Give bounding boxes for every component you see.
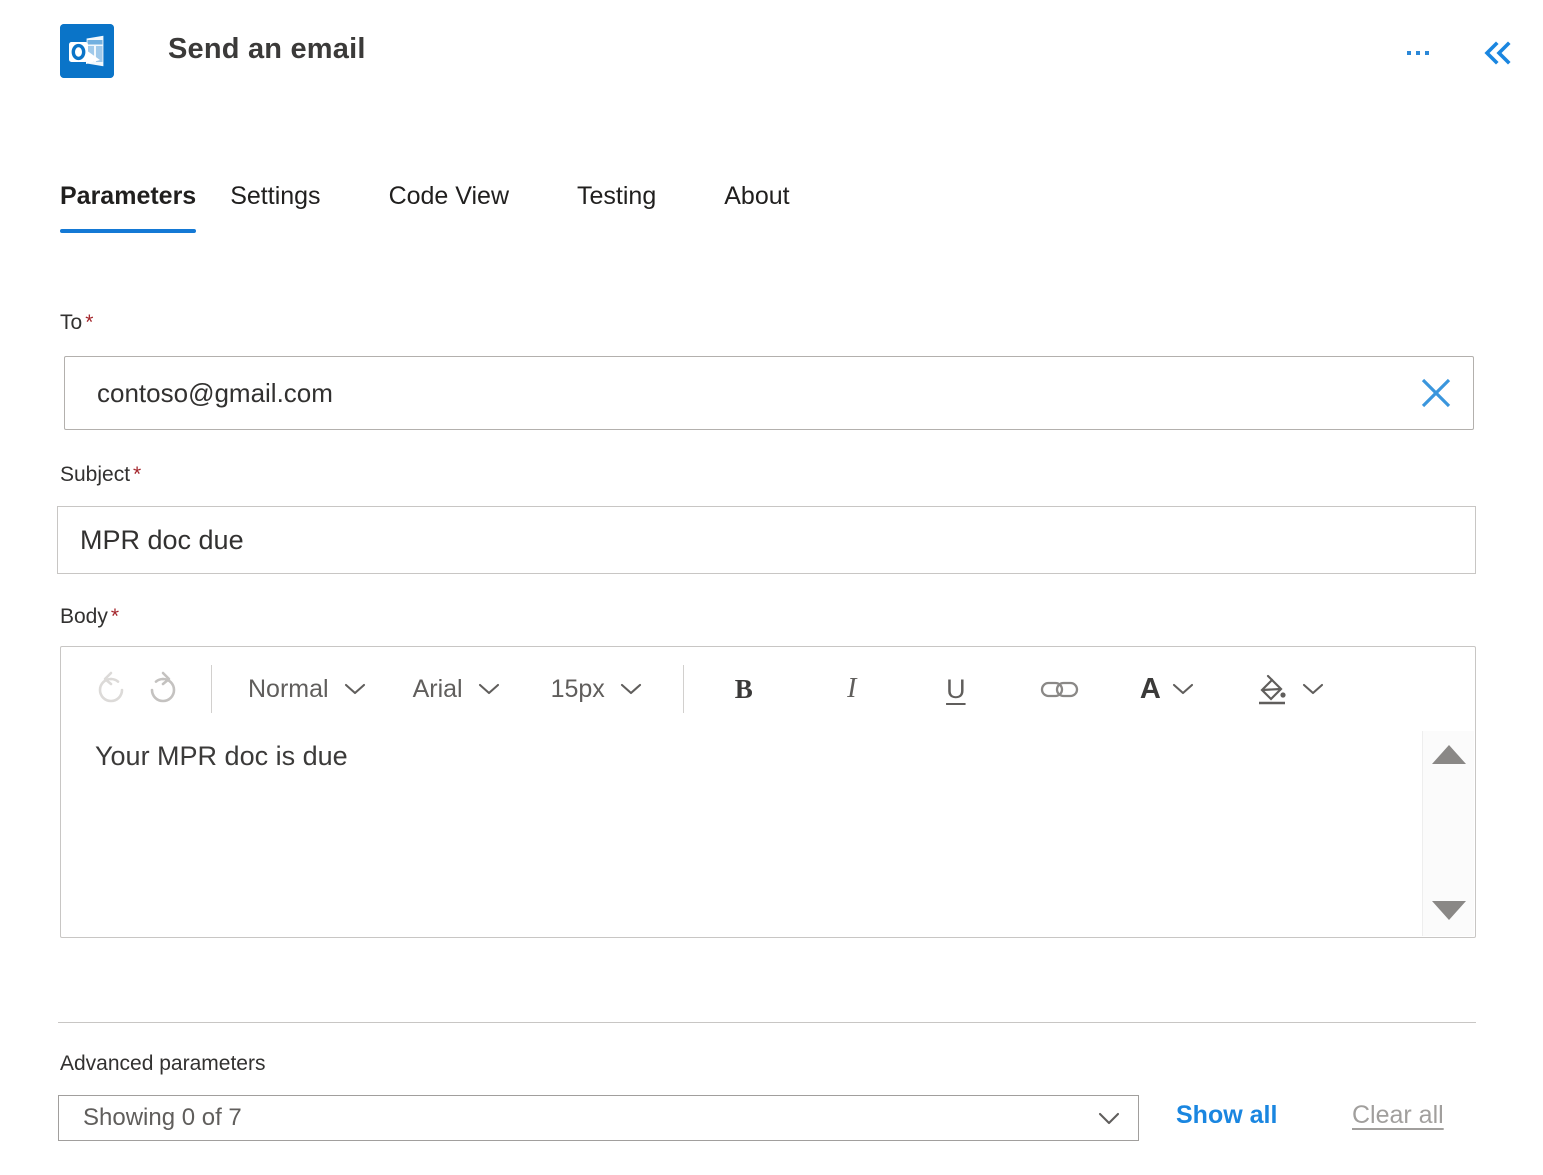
- tab-active-indicator: [60, 229, 197, 233]
- italic-label: I: [847, 673, 857, 704]
- bold-label: B: [734, 673, 753, 704]
- font-size-value: 15px: [550, 674, 605, 703]
- show-all-link[interactable]: Show all: [1176, 1101, 1277, 1130]
- font-family-value: Arial: [412, 674, 463, 703]
- link-icon[interactable]: [1034, 663, 1086, 715]
- to-field-label: To *: [60, 310, 93, 336]
- body-field-label: Body *: [60, 604, 119, 630]
- tab-code-view[interactable]: Code View: [355, 182, 543, 233]
- triangle-down-icon[interactable]: [1431, 901, 1466, 920]
- undo-icon[interactable]: [85, 663, 137, 715]
- font-color-icon[interactable]: A: [1130, 663, 1205, 715]
- underline-label: U: [946, 673, 966, 704]
- chevron-down-icon: [619, 681, 643, 697]
- underline-icon[interactable]: U: [930, 663, 982, 715]
- bold-icon[interactable]: B: [718, 663, 770, 715]
- tab-testing-label: Testing: [577, 182, 657, 210]
- to-input-wrapper[interactable]: contoso@gmail.com: [64, 356, 1474, 430]
- advanced-parameters-label: Advanced parameters: [60, 1052, 266, 1075]
- subject-label-text: Subject: [60, 463, 131, 486]
- body-scrollbar[interactable]: [1422, 731, 1474, 936]
- tab-settings[interactable]: Settings: [196, 182, 354, 233]
- double-chevron-left-icon[interactable]: [1475, 30, 1521, 76]
- tab-about[interactable]: About: [690, 182, 823, 233]
- body-input[interactable]: Your MPR doc is due: [95, 741, 348, 772]
- advanced-parameters-value: Showing 0 of 7: [83, 1104, 242, 1131]
- chevron-down-icon: [1171, 681, 1195, 697]
- chevron-down-icon: [1301, 681, 1325, 697]
- italic-icon[interactable]: I: [826, 663, 878, 715]
- section-divider: [58, 1022, 1476, 1023]
- required-asterisk: *: [133, 463, 142, 486]
- page-title: Send an email: [168, 33, 366, 65]
- clear-all-link[interactable]: Clear all: [1352, 1101, 1444, 1130]
- tab-bar: Parameters Settings Code View Testing Ab…: [60, 182, 824, 233]
- redo-icon[interactable]: [137, 663, 189, 715]
- chevron-down-icon: [343, 681, 367, 697]
- chevron-down-icon: [1080, 1109, 1138, 1127]
- header-actions: [1395, 30, 1543, 76]
- tab-code-view-label: Code View: [388, 182, 510, 210]
- triangle-up-icon[interactable]: [1431, 745, 1466, 764]
- font-family-select[interactable]: Arial: [403, 663, 511, 715]
- rich-text-toolbar: Normal Arial 15px B I U A: [61, 647, 1475, 731]
- subject-input[interactable]: MPR doc due: [58, 525, 244, 556]
- font-color-label: A: [1139, 672, 1161, 705]
- tab-settings-label: Settings: [230, 182, 321, 210]
- close-x-icon[interactable]: [1399, 357, 1473, 429]
- font-size-select[interactable]: 15px: [541, 663, 653, 715]
- tab-parameters[interactable]: Parameters: [60, 182, 197, 233]
- ellipsis-icon[interactable]: [1395, 30, 1441, 76]
- tab-parameters-label: Parameters: [60, 182, 197, 210]
- highlight-fill-icon[interactable]: [1243, 663, 1335, 715]
- panel-header: Send an email: [0, 0, 1543, 104]
- body-label-text: Body: [60, 605, 108, 628]
- toolbar-divider: [682, 665, 684, 713]
- to-label-text: To: [60, 311, 83, 334]
- advanced-parameters-dropdown[interactable]: Showing 0 of 7: [58, 1095, 1139, 1141]
- tab-about-label: About: [724, 182, 790, 210]
- outlook-icon: [60, 24, 114, 78]
- highlight-glyph: [1253, 672, 1291, 706]
- paragraph-style-value: Normal: [248, 674, 329, 703]
- toolbar-divider: [211, 665, 212, 713]
- subject-input-wrapper[interactable]: MPR doc due: [57, 506, 1476, 574]
- required-asterisk: *: [110, 605, 120, 628]
- paragraph-style-select[interactable]: Normal: [238, 663, 377, 715]
- chevron-down-icon: [477, 681, 501, 697]
- to-input[interactable]: contoso@gmail.com: [65, 378, 1399, 409]
- tab-testing[interactable]: Testing: [543, 182, 690, 233]
- required-asterisk: *: [85, 311, 94, 334]
- body-rich-text-editor: Normal Arial 15px B I U A Your MPR doc i…: [60, 646, 1476, 938]
- subject-field-label: Subject *: [60, 462, 141, 488]
